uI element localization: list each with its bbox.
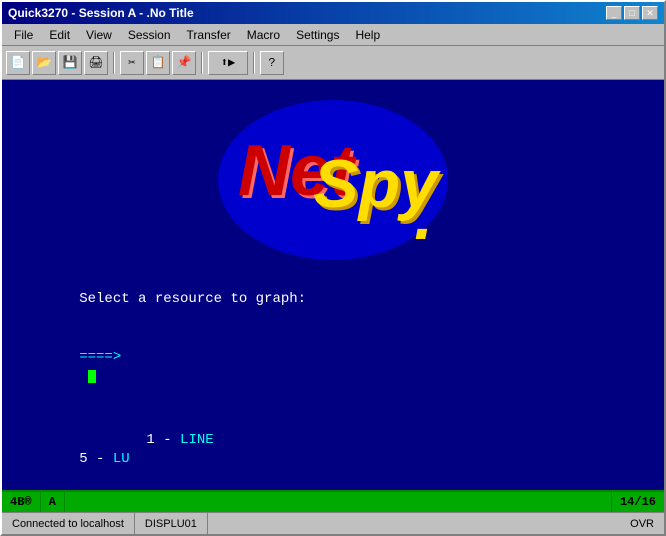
cursor-1 [79, 369, 95, 385]
separator-3 [253, 52, 255, 74]
menu-rows: 1 - LINE 5 - LU [12, 411, 654, 489]
menu-view[interactable]: View [78, 26, 120, 44]
mode-text: OVR [630, 518, 654, 530]
print-button[interactable]: 🖨 [84, 51, 108, 75]
send-button[interactable]: ⬆▶ [208, 51, 248, 75]
menu-macro[interactable]: Macro [239, 26, 288, 44]
title-bar: Quick3270 - Session A - .No Title _ □ ✕ [2, 2, 664, 24]
maximize-button[interactable]: □ [624, 6, 640, 20]
screen-name: DISPLU01 [135, 513, 208, 534]
menu-session[interactable]: Session [120, 26, 179, 44]
label-line: LINE [180, 432, 281, 448]
window-controls: _ □ ✕ [606, 6, 658, 20]
status-bar-gray: Connected to localhost DISPLU01 OVR [2, 512, 664, 534]
session-id: 4B® [10, 495, 32, 509]
session-indicator: 4B® [2, 492, 41, 512]
help-icon-button[interactable]: ? [260, 51, 284, 75]
cut-button[interactable]: ✂ [120, 51, 144, 75]
toolbar: 📄 📂 💾 🖨 ✂ 📋 📌 ⬆▶ ? [2, 46, 664, 80]
label-lu: LU [113, 451, 130, 467]
session-type-label: A [49, 495, 56, 509]
screen-id: DISPLU01 [145, 518, 197, 530]
select-prompt-text: Select a resource to graph: [79, 291, 306, 307]
menu-help[interactable]: Help [347, 26, 388, 44]
minimize-button[interactable]: _ [606, 6, 622, 20]
num-1: 1 [79, 432, 163, 448]
menu-edit[interactable]: Edit [41, 26, 78, 44]
connection-info: Connected to localhost [2, 513, 135, 534]
menu-file[interactable]: File [6, 26, 41, 44]
mode-indicator: OVR [620, 513, 664, 534]
terminal-content: Select a resource to graph: ====> 1 - LI… [12, 270, 654, 490]
logo-container: Net Spy . [12, 90, 654, 270]
open-button[interactable]: 📂 [32, 51, 56, 75]
close-button[interactable]: ✕ [642, 6, 658, 20]
logo-dot: . [414, 177, 433, 255]
main-window: Quick3270 - Session A - .No Title _ □ ✕ … [0, 0, 666, 536]
separator-1 [113, 52, 115, 74]
separator-2 [201, 52, 203, 74]
window-title: Quick3270 - Session A - .No Title [8, 6, 194, 20]
terminal-area[interactable]: Net Spy . Select a resource to graph: ==… [2, 80, 664, 490]
paste-button[interactable]: 📌 [172, 51, 196, 75]
menu-transfer[interactable]: Transfer [179, 26, 239, 44]
page-indicator: 14/16 [611, 492, 664, 512]
new-button[interactable]: 📄 [6, 51, 30, 75]
status-bar-green: 4B® A 14/16 [2, 490, 664, 512]
page-number: 14/16 [620, 495, 656, 509]
select-prompt-line: Select a resource to graph: [12, 270, 654, 329]
menu-bar: File Edit View Session Transfer Macro Se… [2, 24, 664, 46]
arrow-label: ====> [79, 349, 121, 365]
save-button[interactable]: 💾 [58, 51, 82, 75]
arrow-input-line: ====> [12, 329, 654, 407]
session-type: A [41, 492, 65, 512]
logo-ellipse: Net Spy . [218, 100, 448, 260]
connection-text: Connected to localhost [12, 518, 124, 530]
copy-button[interactable]: 📋 [146, 51, 170, 75]
menu-settings[interactable]: Settings [288, 26, 347, 44]
